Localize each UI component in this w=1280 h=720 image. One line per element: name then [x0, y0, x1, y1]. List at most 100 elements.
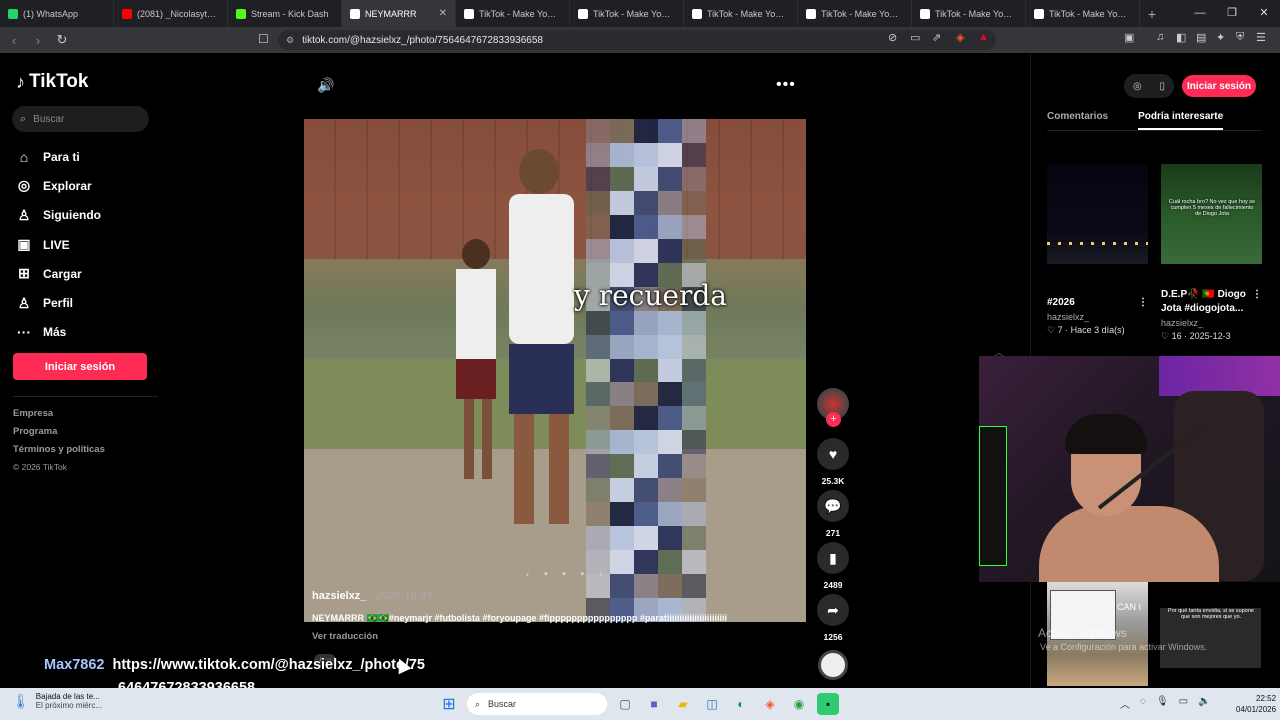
brave-rewards-icon[interactable]: ▲ — [978, 31, 989, 43]
author-avatar[interactable]: + — [817, 388, 849, 427]
store-icon[interactable]: ◫ — [701, 693, 723, 715]
search-input[interactable]: ⌕ Buscar — [12, 106, 149, 132]
weather-widget[interactable]: 🌡 Bajada de las te... El próximo miérc..… — [12, 692, 102, 710]
share-arrow-icon[interactable]: ➦ — [817, 594, 849, 626]
post-photo[interactable]: y recuerda ‹ • • • › — [304, 119, 806, 622]
edge-icon[interactable]: ◐ — [730, 693, 752, 715]
login-button[interactable]: Iniciar sesión — [13, 353, 147, 380]
brave-icon[interactable]: ◈ — [759, 693, 781, 715]
browser-tab[interactable]: TikTok - Make Your Da — [456, 0, 570, 27]
music-disc-icon[interactable] — [818, 650, 848, 680]
carousel-dots[interactable]: ‹ • • • › — [526, 569, 608, 580]
recommended-thumbnail[interactable]: Por qué tanta envidia, si se supone que … — [1160, 608, 1261, 668]
leo-icon[interactable]: ✦ — [1216, 31, 1225, 44]
device-icon[interactable]: ▯ — [1160, 81, 1166, 92]
start-icon[interactable]: ⊞ — [438, 693, 460, 715]
compass-small-icon[interactable]: ◎ — [1133, 81, 1142, 92]
new-tab-button[interactable]: + — [1140, 6, 1164, 22]
browser-tab[interactable]: Stream - Kick Dash — [228, 0, 342, 27]
sidebar-item-profile[interactable]: ♙ Perfil — [16, 288, 101, 317]
card-user[interactable]: hazsielxz_ — [1161, 318, 1262, 328]
card-more-icon[interactable]: ⋮ — [1252, 288, 1262, 316]
post-author[interactable]: hazsielxz_ · 2025-10-24 — [312, 590, 433, 602]
comment-icon[interactable]: 💬 — [817, 490, 849, 522]
no-tracking-icon[interactable]: ⊘ — [888, 31, 897, 44]
browser-tab[interactable]: TikTok - Make Your Da — [798, 0, 912, 27]
see-translation-link[interactable]: Ver traducción — [312, 631, 378, 642]
tab-manager-icon[interactable]: ▣ — [1124, 31, 1134, 44]
sidebar-item-compass[interactable]: ◎ Explorar — [16, 171, 101, 200]
like-action[interactable]: ♥ 25.3K — [817, 438, 849, 486]
minimize-button[interactable]: — — [1184, 0, 1216, 27]
sidebar-item-more[interactable]: ··· Más — [16, 318, 101, 347]
recommended-card[interactable]: #2026 ⋮ hazsielxz_ ♡ 7 · Hace 3 día(s) — [1047, 164, 1148, 336]
card-thumbnail[interactable] — [1047, 164, 1148, 264]
bookmark-icon[interactable]: ☐ — [258, 32, 269, 46]
footer-link-terms[interactable]: Términos y políticas — [13, 444, 105, 462]
card-meta: ♡ 7 · Hace 3 día(s) — [1047, 325, 1125, 335]
tiktok-logo[interactable]: ♪ TikTok — [16, 71, 88, 93]
card-thumbnail[interactable]: Cuál rocha bro? No vez que hoy se cumple… — [1161, 164, 1262, 264]
tray-app-icon[interactable]: ◌ — [1140, 696, 1146, 711]
close-window-button[interactable]: ✕ — [1248, 0, 1280, 27]
back-button[interactable]: ‹ — [4, 33, 24, 48]
footer-link-company[interactable]: Empresa — [13, 408, 105, 426]
heart-icon[interactable]: ♥ — [817, 438, 849, 470]
browser-tab[interactable]: TikTok - Make Your Da — [912, 0, 1026, 27]
sidebar-item-upload[interactable]: ⊞ Cargar — [16, 259, 101, 288]
task-view-icon[interactable]: ▢ — [614, 693, 636, 715]
save-action[interactable]: ▮ 2489 — [817, 542, 849, 590]
card-user[interactable]: hazsielxz_ — [1047, 312, 1148, 322]
share-action[interactable]: ➦ 1256 — [817, 594, 849, 642]
close-tab-icon[interactable]: ✕ — [439, 8, 447, 19]
recommended-card[interactable]: Cuál rocha bro? No vez que hoy se cumple… — [1161, 164, 1262, 342]
card-title[interactable]: D.E.P🥀 🇵🇹 Diogo Jota #diogojota... ⋮ — [1161, 288, 1262, 316]
tab-favicon-icon — [122, 8, 132, 19]
taskbar-clock[interactable]: 22:52 04/01/2026 — [1236, 693, 1276, 715]
sidebar-toggle-icon[interactable]: ◧ — [1176, 31, 1186, 44]
browser-tab[interactable]: (1) WhatsApp — [0, 0, 114, 27]
cast-icon[interactable]: ▭ — [910, 31, 920, 44]
thermometer-icon: 🌡 — [12, 692, 30, 709]
more-options-icon[interactable]: ••• — [776, 76, 796, 94]
volume-icon[interactable]: 🔊 — [317, 77, 334, 94]
footer-link-program[interactable]: Programa — [13, 426, 105, 444]
app-icon-green[interactable]: ◉ — [788, 693, 810, 715]
maximize-button[interactable]: ❐ — [1216, 0, 1248, 27]
brave-shield-icon[interactable]: ◈ — [956, 31, 964, 44]
bookmark-save-icon[interactable]: ▮ — [817, 542, 849, 574]
comment-action[interactable]: 💬 271 — [817, 490, 849, 538]
volume-tray-icon[interactable]: 🔈 — [1198, 696, 1210, 711]
header-login-button[interactable]: Iniciar sesión — [1182, 75, 1256, 97]
browser-tab[interactable]: TikTok - Make Your Da — [684, 0, 798, 27]
browser-tab[interactable]: TikTok - Make Your Da — [1026, 0, 1140, 27]
tray-arrow-icon[interactable]: ︿ — [1120, 696, 1130, 711]
display-icon[interactable]: ▭ — [1179, 696, 1188, 711]
app-icon-terminal[interactable]: ▪ — [817, 693, 839, 715]
tab-comments[interactable]: Comentarios — [1047, 111, 1108, 130]
card-title[interactable]: #2026 ⋮ — [1047, 296, 1148, 310]
share-icon[interactable]: ⇗ — [932, 31, 941, 44]
wallet-icon[interactable]: ▤ — [1196, 31, 1206, 44]
forward-button[interactable]: › — [28, 33, 48, 48]
sidebar-item-home[interactable]: ⌂ Para ti — [16, 142, 101, 171]
tab-title: TikTok - Make Your Da — [821, 8, 903, 19]
reload-button[interactable]: ↻ — [52, 32, 72, 48]
card-more-icon[interactable]: ⋮ — [1138, 296, 1148, 310]
browser-tab[interactable]: NEYMARRR ✕ — [342, 0, 456, 27]
browser-tab[interactable]: TikTok - Make Your Da — [570, 0, 684, 27]
teams-icon[interactable]: ■ — [643, 693, 665, 715]
tab-recommended[interactable]: Podría interesarte — [1138, 111, 1224, 130]
taskbar-search[interactable]: ⌕ Buscar — [467, 693, 607, 715]
mic-icon[interactable]: 🎙 — [1156, 696, 1169, 711]
menu-icon[interactable]: ☰ — [1256, 31, 1266, 44]
follow-plus-icon[interactable]: + — [826, 412, 841, 427]
vpn-icon[interactable]: ⛨ — [1236, 31, 1244, 44]
sidebar-item-following[interactable]: ♙ Siguiendo — [16, 201, 101, 230]
site-info-icon[interactable]: ⚙ — [286, 35, 294, 46]
browser-tab[interactable]: (2081) _Nicolasyt_ - Yo — [114, 0, 228, 27]
music-icon[interactable]: ♫ — [1156, 31, 1164, 43]
file-explorer-icon[interactable]: ▰ — [672, 693, 694, 715]
sidebar-item-live[interactable]: ▣ LIVE — [16, 230, 101, 259]
url-text: tiktok.com/@hazsielxz_/photo/75646476728… — [302, 34, 543, 46]
